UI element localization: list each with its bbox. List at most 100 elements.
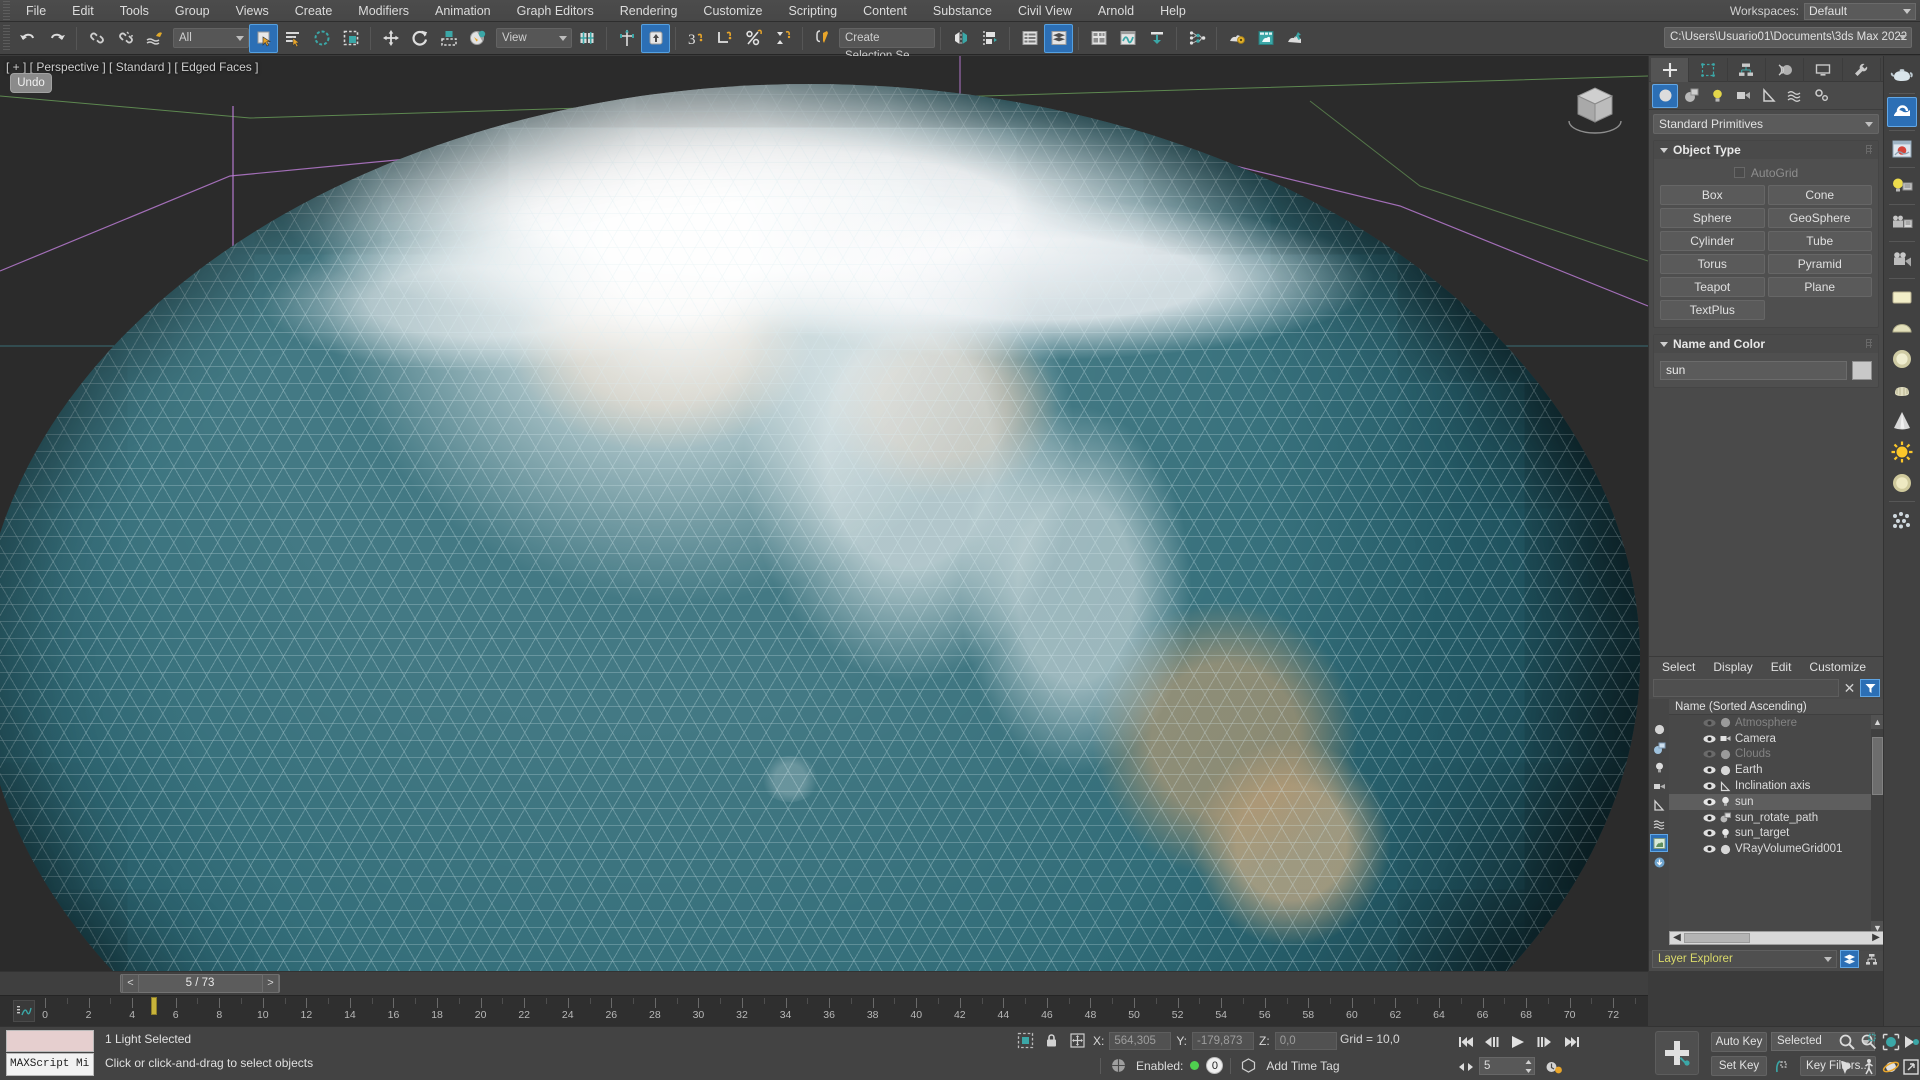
time-slider[interactable]: 5 / 73 < > bbox=[0, 971, 1648, 995]
create-box-button[interactable]: Box bbox=[1660, 185, 1765, 205]
geometry-filter-icon[interactable] bbox=[1650, 720, 1668, 738]
mirror-icon[interactable] bbox=[946, 24, 975, 53]
primitive-category-select[interactable]: Standard Primitives bbox=[1653, 114, 1879, 134]
set-key-filters-icon[interactable] bbox=[1771, 1056, 1793, 1077]
shapes-filter-icon[interactable] bbox=[1650, 739, 1668, 757]
hierarchy-mode-icon[interactable] bbox=[1862, 950, 1881, 968]
create-torus-button[interactable]: Torus bbox=[1660, 254, 1765, 274]
material-editor-icon[interactable] bbox=[1222, 24, 1251, 53]
lights-icon[interactable] bbox=[1704, 84, 1730, 108]
create-geosphere-button[interactable]: GeoSphere bbox=[1767, 208, 1872, 228]
menu-item-views[interactable]: Views bbox=[223, 0, 282, 22]
render-production-icon[interactable] bbox=[1280, 24, 1309, 53]
list-item[interactable]: sun bbox=[1669, 793, 1871, 810]
menu-item-substance[interactable]: Substance bbox=[920, 0, 1005, 22]
systems-icon[interactable] bbox=[1808, 84, 1834, 108]
autogrid-checkbox[interactable] bbox=[1733, 167, 1745, 178]
helpers-filter-icon[interactable] bbox=[1650, 796, 1668, 814]
space-warps-icon[interactable] bbox=[1782, 84, 1808, 108]
create-plane-button[interactable]: Plane bbox=[1767, 277, 1872, 297]
camera-icon[interactable] bbox=[1887, 245, 1917, 275]
hscrollbar-thumb[interactable] bbox=[1684, 933, 1750, 943]
menu-item-graph-editors[interactable]: Graph Editors bbox=[504, 0, 607, 22]
schematic-view-icon[interactable] bbox=[1142, 24, 1171, 53]
list-item[interactable]: Earth bbox=[1669, 762, 1871, 778]
space-warps-filter-icon[interactable] bbox=[1650, 815, 1668, 833]
menu-item-group[interactable]: Group bbox=[162, 0, 223, 22]
teapot-object-icon[interactable] bbox=[1887, 60, 1917, 90]
viewport-label[interactable]: [ + ] [ Perspective ] [ Standard ] [ Edg… bbox=[6, 60, 258, 74]
zoom-all-icon[interactable] bbox=[1857, 1030, 1881, 1054]
explorer-list[interactable]: Name (Sorted Ascending) Atmosphere Camer… bbox=[1669, 699, 1884, 951]
scrollbar-thumb[interactable] bbox=[1872, 737, 1883, 795]
bind-space-warp-icon[interactable] bbox=[140, 24, 169, 53]
menu-item-animation[interactable]: Animation bbox=[422, 0, 504, 22]
name-and-color-header[interactable]: Name and Color bbox=[1654, 335, 1878, 353]
enabled-count-badge[interactable]: 0 bbox=[1206, 1057, 1224, 1074]
select-by-name-icon[interactable] bbox=[278, 24, 307, 53]
layer-explorer-select[interactable]: Layer Explorer bbox=[1652, 950, 1837, 968]
play-animation-icon[interactable] bbox=[1507, 1031, 1529, 1052]
explorer-menu-customize[interactable]: Customize bbox=[1800, 660, 1875, 674]
object-name-input[interactable]: sun bbox=[1660, 361, 1847, 380]
light-lister-icon[interactable] bbox=[1887, 171, 1917, 201]
set-key-button[interactable]: Set Key bbox=[1711, 1056, 1767, 1076]
select-link-icon[interactable] bbox=[82, 24, 111, 53]
go-to-start-icon[interactable] bbox=[1455, 1031, 1477, 1052]
undo-icon[interactable] bbox=[13, 24, 42, 53]
select-region-circle-icon[interactable] bbox=[307, 24, 336, 53]
maxscript-mini-listener[interactable]: MAXScript Mi bbox=[6, 1053, 94, 1076]
selection-lock-toggle-icon[interactable] bbox=[1041, 1030, 1062, 1051]
pan-icon[interactable] bbox=[1835, 1055, 1859, 1079]
previous-frame-icon[interactable] bbox=[1481, 1031, 1503, 1052]
track-bar-playhead[interactable] bbox=[150, 997, 157, 1015]
view-cube-icon[interactable] bbox=[1564, 74, 1626, 136]
teapot-primitive-icon[interactable] bbox=[1887, 375, 1917, 405]
layer-mode-icon[interactable] bbox=[1840, 950, 1859, 968]
selection-set-input[interactable]: Create Selection Se bbox=[839, 28, 935, 62]
add-time-tag-label[interactable]: Add Time Tag bbox=[1266, 1059, 1339, 1073]
explorer-column-header[interactable]: Name (Sorted Ascending) bbox=[1669, 699, 1884, 715]
create-tab[interactable] bbox=[1651, 58, 1690, 82]
lights-filter-icon[interactable] bbox=[1650, 758, 1668, 776]
track-bar[interactable]: 0 2 4 6 8 10 12 14 16 18 20 22 24 26 28 30 32 34 36 38 40 42 4… bbox=[0, 995, 1648, 1026]
prev-frame-button[interactable]: < bbox=[122, 974, 139, 993]
shapes-icon[interactable] bbox=[1678, 84, 1704, 108]
workspace-select[interactable]: Default bbox=[1804, 2, 1916, 20]
particles-icon[interactable] bbox=[1887, 505, 1917, 535]
create-tube-button[interactable]: Tube bbox=[1767, 231, 1872, 251]
camera-sequencer-icon[interactable] bbox=[1887, 208, 1917, 238]
hierarchy-tab[interactable] bbox=[1728, 58, 1766, 82]
display-tab[interactable] bbox=[1804, 58, 1843, 82]
geosphere-primitive-icon[interactable] bbox=[1887, 313, 1917, 343]
align-to-axis-icon[interactable] bbox=[612, 24, 641, 53]
use-pivot-center-icon[interactable] bbox=[572, 24, 601, 53]
dome-light-icon[interactable] bbox=[1887, 468, 1917, 498]
time-slider-handle[interactable]: 5 / 73 bbox=[120, 974, 280, 993]
explorer-horizontal-scrollbar[interactable]: ◀ ▶ bbox=[1669, 931, 1884, 945]
explorer-search-input[interactable] bbox=[1653, 679, 1839, 697]
selection-filter-select[interactable]: All bbox=[173, 28, 249, 48]
plane-primitive-icon[interactable] bbox=[1887, 282, 1917, 312]
perspective-viewport[interactable]: [ + ] [ Perspective ] [ Standard ] [ Edg… bbox=[0, 56, 1648, 971]
project-path-field[interactable]: C:\Users\Usuario01\Documents\3ds Max 202… bbox=[1664, 27, 1912, 48]
undo-tooltip-button[interactable]: Undo bbox=[10, 73, 52, 93]
arnold-sky-icon[interactable] bbox=[1887, 97, 1917, 127]
scroll-right-icon[interactable]: ▶ bbox=[1869, 932, 1883, 944]
select-rotate-icon[interactable] bbox=[405, 24, 434, 53]
z-coordinate-field[interactable]: 0,0 bbox=[1274, 1031, 1337, 1050]
list-item[interactable]: Inclination axis bbox=[1669, 778, 1871, 794]
list-item[interactable]: sun_target bbox=[1669, 826, 1871, 842]
maxscript-output-p0[interactable] bbox=[6, 1030, 94, 1052]
create-teapot-button[interactable]: Teapot bbox=[1660, 277, 1765, 297]
key-mode-toggle-icon[interactable] bbox=[1455, 1056, 1477, 1077]
cameras-filter-icon[interactable] bbox=[1650, 777, 1668, 795]
clear-search-icon[interactable]: ✕ bbox=[1842, 680, 1857, 696]
align-icon[interactable] bbox=[975, 24, 1004, 53]
create-cone-button[interactable]: Cone bbox=[1767, 185, 1872, 205]
angle-snap-icon[interactable] bbox=[710, 24, 739, 53]
list-item[interactable]: sun_rotate_path bbox=[1669, 810, 1871, 826]
time-tag-icon[interactable] bbox=[1238, 1055, 1259, 1076]
menu-item-civil-view[interactable]: Civil View bbox=[1005, 0, 1085, 22]
object-type-header[interactable]: Object Type bbox=[1654, 141, 1878, 159]
